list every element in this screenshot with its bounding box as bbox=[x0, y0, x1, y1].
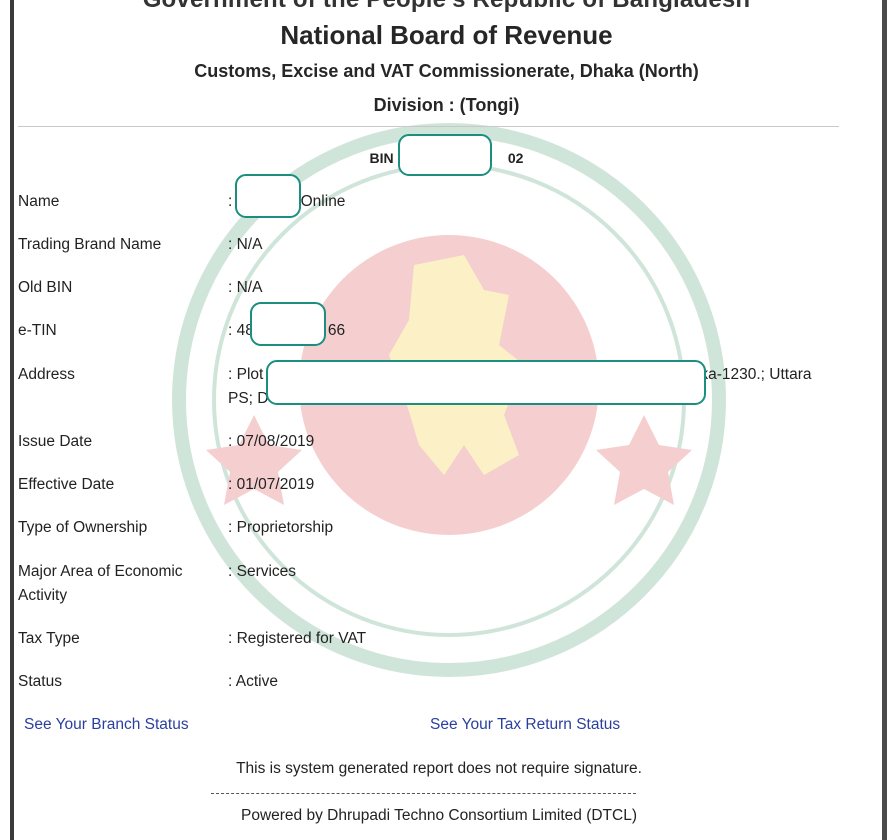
field-value-tax-type: : Registered for VAT bbox=[228, 630, 367, 647]
field-label-issue-date: Issue Date bbox=[18, 433, 93, 450]
tax-return-status-link[interactable]: See Your Tax Return Status bbox=[430, 716, 620, 734]
field-label-trading-brand: Trading Brand Name bbox=[18, 236, 162, 253]
field-label-effective-date: Effective Date bbox=[18, 476, 115, 493]
division-title: Division : (Tongi) bbox=[373, 95, 520, 115]
field-label-ownership: Type of Ownership bbox=[18, 519, 148, 536]
window-frame-right bbox=[879, 0, 887, 840]
field-value-effective-date: : 01/07/2019 bbox=[228, 476, 315, 493]
redaction-box bbox=[250, 302, 326, 346]
powered-by: Powered by Dhrupadi Techno Consortium Li… bbox=[241, 807, 637, 824]
field-value-name: : Online bbox=[228, 193, 346, 210]
redaction-box bbox=[266, 360, 706, 405]
field-value-old-bin: : N/A bbox=[228, 279, 263, 296]
field-value-ownership: : Proprietorship bbox=[228, 519, 334, 536]
field-label-old-bin: Old BIN bbox=[18, 279, 73, 296]
footer-divider bbox=[211, 793, 636, 794]
system-generated-note: This is system generated report does not… bbox=[236, 760, 642, 777]
field-label-etin: e-TIN bbox=[18, 322, 57, 339]
redaction-box bbox=[398, 134, 492, 176]
branch-status-link[interactable]: See Your Branch Status bbox=[24, 716, 189, 734]
commissionerate-title: Customs, Excise and VAT Commissionerate,… bbox=[194, 61, 699, 81]
field-label-economic-activity: Major Area of Economic Activity bbox=[18, 563, 183, 604]
field-label-address: Address bbox=[18, 366, 75, 383]
field-label-status: Status bbox=[18, 673, 62, 690]
vat-registration-certificate: Government of the People's Republic of B… bbox=[14, 0, 879, 840]
header-divider bbox=[18, 126, 839, 127]
field-value-trading-brand: : N/A bbox=[228, 236, 263, 253]
field-label-name: Name bbox=[18, 193, 60, 210]
bin-suffix: 02 bbox=[507, 150, 524, 166]
field-value-issue-date: : 07/08/2019 bbox=[228, 433, 315, 450]
redaction-box bbox=[235, 174, 301, 218]
board-title: National Board of Revenue bbox=[280, 20, 613, 50]
field-value-economic-activity: : Services bbox=[228, 563, 297, 580]
government-title: Government of the People's Republic of B… bbox=[14, 0, 879, 14]
window-frame-left bbox=[0, 0, 14, 840]
field-value-status: : Active bbox=[228, 673, 278, 690]
field-label-tax-type: Tax Type bbox=[18, 630, 80, 647]
